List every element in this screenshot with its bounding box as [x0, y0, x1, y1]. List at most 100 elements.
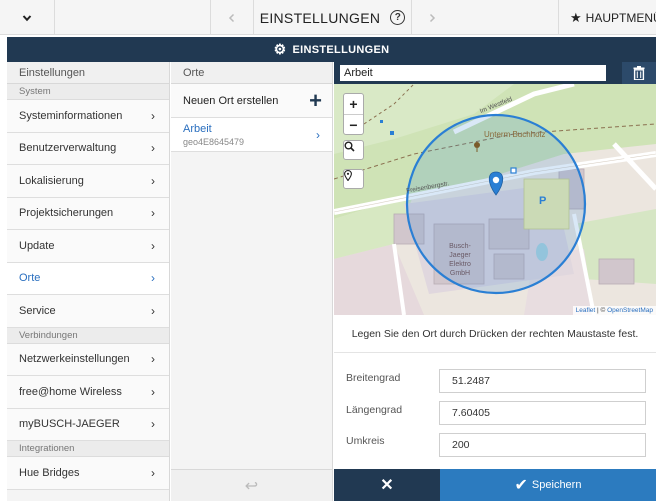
nav-item-netzwerkeinstellungen[interactable]: Netzwerkeinstellungen ›	[7, 343, 169, 376]
back-action-button[interactable]: ↩	[171, 469, 332, 501]
place-detail: Im Westfeld Freisenbergstr. Unterm Buchh…	[334, 62, 656, 501]
collapse-button[interactable]	[0, 0, 54, 35]
nav-item-label: free@home Wireless	[19, 385, 122, 398]
reply-arrow-icon: ↩	[244, 477, 259, 495]
nav-item-systeminformationen[interactable]: Systeminformationen ›	[7, 100, 169, 133]
map-building-label: Busch- Jaeger Elektro GmbH	[442, 242, 478, 278]
map-building-label-line: Busch-	[449, 243, 471, 250]
map-poi-label: Unterm Buchholz	[484, 130, 546, 139]
trash-icon	[633, 66, 645, 80]
place-name: Arbeit	[183, 123, 212, 135]
banner-title: EINSTELLUNGEN	[292, 43, 390, 56]
chevron-right-icon	[429, 13, 436, 22]
chevron-right-icon: ›	[151, 141, 155, 156]
nav-item-service[interactable]: Service ›	[7, 295, 169, 328]
save-label: Speichern	[531, 479, 582, 491]
map-building-label-line: Jaeger	[449, 252, 471, 259]
osm-link[interactable]: OpenStreetMap	[607, 307, 653, 314]
nav-item-label: Update	[19, 239, 55, 252]
top-bar: EINSTELLUNGEN ? ★ HAUPTMENÜ	[0, 0, 656, 35]
nav-item-orte[interactable]: Orte ›	[7, 262, 169, 295]
list-item[interactable]: Arbeit geo4E8645479 ›	[171, 118, 332, 152]
radius-field[interactable]	[439, 433, 646, 457]
nav-item-label: Netzwerkeinstellungen	[19, 353, 130, 366]
chevron-left-icon	[228, 13, 235, 22]
chevron-right-icon: ›	[151, 238, 155, 253]
chevron-right-icon: ›	[151, 206, 155, 221]
nav-item-mybusch-jaeger[interactable]: myBUSCH-JAEGER ›	[7, 408, 169, 441]
chevron-right-icon: ›	[151, 384, 155, 399]
chevron-down-icon	[22, 14, 32, 21]
nav-header: Einstellungen	[7, 62, 169, 84]
close-icon: ✕	[380, 477, 394, 494]
delete-button[interactable]	[622, 62, 656, 84]
nav-item-free-at-home-wireless[interactable]: free@home Wireless ›	[7, 376, 169, 409]
attribution-separator: | ©	[595, 307, 608, 314]
map-parking-label: P	[539, 195, 547, 207]
map-attribution: Leaflet | © OpenStreetMap	[572, 306, 656, 315]
latitude-field[interactable]	[439, 369, 646, 393]
create-place-button[interactable]: Neuen Ort erstellen +	[171, 84, 332, 118]
nav-item-label: myBUSCH-JAEGER	[19, 418, 120, 431]
nav-item-label: Systeminformationen	[19, 109, 123, 122]
zoom-out-button[interactable]: −	[344, 114, 363, 134]
longitude-field[interactable]	[439, 401, 646, 425]
nav-item-label: Projektsicherungen	[19, 207, 114, 220]
map-pin-icon	[344, 170, 352, 181]
nav-item-lokalisierung[interactable]: Lokalisierung ›	[7, 165, 169, 198]
map-building-label-line: GmbH	[449, 270, 471, 277]
nav-item-label: Hue Bridges	[19, 466, 80, 479]
nav-item-label: Lokalisierung	[19, 174, 84, 187]
settings-frame: Einstellungen System Systeminformationen…	[7, 62, 656, 501]
places-header: Orte	[171, 62, 332, 84]
nav-item-update[interactable]: Update ›	[7, 230, 169, 263]
nav-item-hue-bridges[interactable]: Hue Bridges ›	[7, 457, 169, 490]
location-map[interactable]: Im Westfeld Freisenbergstr. Unterm Buchh…	[334, 84, 656, 315]
place-detail-header	[334, 62, 656, 84]
chevron-right-icon: ›	[316, 128, 320, 142]
map-building-label-line: Elektro	[449, 261, 471, 268]
chevron-right-icon: ›	[151, 417, 155, 432]
chevron-right-icon: ›	[151, 465, 155, 480]
map-search-button[interactable]	[343, 140, 364, 160]
place-id: geo4E8645479	[183, 137, 245, 147]
nav-item-benutzerverwaltung[interactable]: Benutzerverwaltung ›	[7, 132, 169, 165]
cancel-button[interactable]: ✕	[334, 469, 440, 501]
help-circle-icon[interactable]: ?	[390, 10, 406, 25]
forward-button[interactable]	[422, 0, 442, 35]
map-instruction: Legen Sie den Ort durch Drücken der rech…	[334, 315, 656, 353]
nav-item-label: Orte	[19, 272, 41, 285]
chevron-right-icon: ›	[151, 352, 155, 367]
create-place-label: Neuen Ort erstellen	[183, 94, 279, 107]
chevron-right-icon: ›	[151, 173, 155, 188]
zoom-control: + −	[343, 93, 364, 135]
map-locate-button[interactable]	[343, 169, 364, 189]
leaflet-link[interactable]: Leaflet	[576, 307, 596, 314]
chevron-right-icon: ›	[151, 108, 155, 123]
nav-item-projektsicherungen[interactable]: Projektsicherungen ›	[7, 197, 169, 230]
page-title-area: EINSTELLUNGEN ?	[254, 0, 411, 35]
nav-item-label: Benutzerverwaltung	[19, 142, 117, 155]
chevron-right-icon: ›	[151, 303, 155, 318]
place-name-input[interactable]	[340, 65, 606, 81]
save-button[interactable]: ✔ Speichern	[440, 469, 656, 501]
map-tiles	[334, 84, 656, 315]
zoom-in-button[interactable]: +	[344, 94, 363, 114]
section-system: System	[7, 84, 169, 100]
section-integrationen: Integrationen	[7, 441, 169, 457]
places-list: Orte Neuen Ort erstellen + Arbeit geo4E8…	[171, 62, 333, 501]
section-verbindungen: Verbindungen	[7, 327, 169, 344]
back-button[interactable]	[222, 0, 242, 35]
plus-icon: +	[309, 87, 322, 113]
longitude-label: Längengrad	[346, 404, 403, 416]
search-icon	[344, 141, 355, 152]
nav-item-label: Service	[19, 304, 56, 317]
page-title: EINSTELLUNGEN	[259, 9, 381, 26]
settings-banner: ⚙ EINSTELLUNGEN	[7, 37, 656, 62]
radius-label: Umkreis	[346, 435, 385, 447]
chevron-right-icon: ›	[151, 271, 155, 286]
main-menu-label: HAUPTMENÜ	[585, 10, 656, 25]
settings-nav: Einstellungen System Systeminformationen…	[7, 62, 170, 501]
check-icon: ✔	[514, 477, 528, 494]
main-menu-button[interactable]: ★ HAUPTMENÜ	[570, 0, 656, 35]
